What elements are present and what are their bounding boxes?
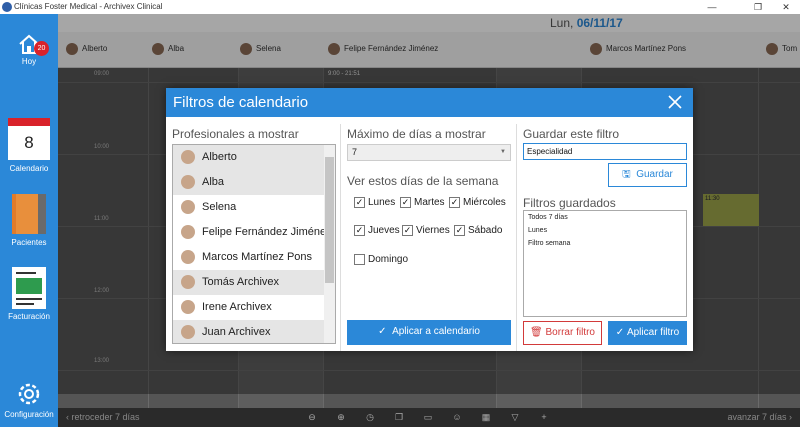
professionals-list[interactable]: Alberto Alba Selena Felipe Fernández Jim…: [172, 144, 336, 344]
delete-filter-button[interactable]: 🗑 Borrar filtro: [523, 321, 602, 345]
filter-icon[interactable]: ▽: [507, 408, 523, 427]
check-icon: ✓: [449, 196, 460, 208]
max-days-select[interactable]: 7 ▼: [347, 144, 511, 161]
apply-to-calendar-button[interactable]: ✓ Aplicar a calendario: [347, 320, 511, 345]
trash-icon: 🗑: [530, 327, 543, 338]
apply-filter-button[interactable]: ✓ Aplicar filtro: [608, 321, 687, 345]
list-item[interactable]: Alba: [173, 170, 325, 195]
list-item[interactable]: Tomás Archivex: [173, 270, 325, 295]
saved-filters-label: Filtros guardados: [523, 196, 616, 210]
invoice-icon: [12, 267, 46, 309]
close-window-button[interactable]: ✕: [774, 0, 798, 14]
folders-icon: [12, 194, 46, 234]
column-divider: [340, 124, 341, 351]
gear-icon: [18, 383, 40, 405]
list-item[interactable]: Filtro semana: [524, 237, 686, 250]
weekdays-label: Ver estos días de la semana: [347, 174, 499, 188]
check-icon: ✓: [402, 224, 413, 236]
sidebar-item-label: Configuración: [4, 410, 54, 419]
check-icon: ✓: [378, 326, 387, 337]
list-item[interactable]: Lunes: [524, 224, 686, 237]
column-divider: [516, 124, 517, 351]
calendar-icon: 8: [8, 118, 50, 160]
plus-icon[interactable]: +: [536, 408, 552, 427]
sidebar: 20 Hoy 8 Calendario Pacientes Facturació…: [0, 14, 58, 427]
notification-badge: 20: [34, 41, 49, 56]
zoom-out-icon[interactable]: ⊖: [304, 408, 320, 427]
checkbox-jueves[interactable]: ✓ Jueves: [354, 224, 400, 237]
save-button[interactable]: 🖫 Guardar: [608, 163, 687, 187]
dialog-header: Filtros de calendario: [166, 88, 693, 117]
back-7-days-button[interactable]: ‹ retroceder 7 días: [66, 408, 140, 427]
forward-7-days-button[interactable]: avanzar 7 días ›: [727, 408, 792, 427]
close-icon: [668, 95, 682, 109]
sidebar-item-configuracion[interactable]: Configuración: [0, 380, 58, 424]
app-logo-icon: [2, 2, 12, 12]
list-item[interactable]: Juan Archivex: [173, 320, 325, 343]
professionals-label: Profesionales a mostrar: [172, 127, 299, 141]
dialog-title: Filtros de calendario: [173, 94, 309, 111]
max-days-label: Máximo de días a mostrar: [347, 127, 486, 141]
maximize-button[interactable]: ❐: [746, 0, 770, 14]
clock-icon[interactable]: ◷: [362, 408, 378, 427]
close-dialog-button[interactable]: [666, 93, 684, 111]
avatar: [181, 200, 195, 214]
avatar: [181, 225, 195, 239]
zoom-in-icon[interactable]: ⊕: [333, 408, 349, 427]
saved-filters-list[interactable]: Todos 7 días Lunes Filtro semana: [523, 210, 687, 317]
checkbox-domingo[interactable]: Domingo: [354, 253, 408, 266]
avatar: [181, 325, 195, 339]
sidebar-item-label: Facturación: [8, 312, 50, 321]
chevron-down-icon: ▼: [500, 149, 506, 155]
list-item[interactable]: Felipe Fernández Jiménez: [173, 220, 332, 245]
copy-icon[interactable]: ❐: [391, 408, 407, 427]
list-item[interactable]: Irene Archivex: [173, 295, 325, 320]
scrollbar-thumb[interactable]: [325, 157, 334, 283]
checkbox-miercoles[interactable]: ✓ Miércoles: [449, 196, 506, 209]
avatar: [181, 300, 195, 314]
minimize-button[interactable]: —: [700, 0, 724, 14]
list-item[interactable]: Todos 7 días: [524, 211, 686, 224]
title-bar: Clínicas Foster Medical - Archivex Clini…: [0, 0, 800, 14]
avatar: [181, 150, 195, 164]
avatar: [181, 175, 195, 189]
bottom-toolbar: ‹ retroceder 7 días ⊖ ⊕ ◷ ❐ ▭ ☺ ▦ ▽ + av…: [58, 408, 800, 427]
check-icon: ✓: [454, 224, 465, 236]
calendar-grid-icon[interactable]: ▦: [478, 408, 494, 427]
calendar-day: 8: [24, 133, 34, 152]
checkbox-box: [354, 253, 365, 265]
avatar: [181, 275, 195, 289]
list-item[interactable]: Alberto: [173, 145, 325, 170]
sidebar-item-label: Hoy: [21, 57, 37, 66]
check-icon: ✓: [354, 196, 365, 208]
window-title: Clínicas Foster Medical - Archivex Clini…: [14, 2, 163, 11]
sidebar-item-facturacion[interactable]: Facturación: [0, 266, 58, 326]
save-filter-label: Guardar este filtro: [523, 127, 620, 141]
sidebar-item-pacientes[interactable]: Pacientes: [0, 192, 58, 252]
list-item[interactable]: Marcos Martínez Pons: [173, 245, 325, 270]
check-icon: ✓: [354, 224, 365, 236]
sidebar-item-hoy[interactable]: 20 Hoy: [0, 30, 58, 80]
people-icon[interactable]: ☺: [449, 408, 465, 427]
checkbox-sabado[interactable]: ✓ Sábado: [454, 224, 502, 237]
save-icon: 🖫: [622, 169, 631, 180]
checkbox-viernes[interactable]: ✓ Viernes: [402, 224, 450, 237]
filter-name-input[interactable]: Especialidad: [523, 143, 687, 160]
card-icon[interactable]: ▭: [420, 408, 436, 427]
list-scrollbar[interactable]: [324, 145, 335, 343]
sidebar-item-label: Calendario: [9, 164, 49, 173]
sidebar-item-label: Pacientes: [11, 238, 47, 247]
calendar-filters-dialog: Filtros de calendario Profesionales a mo…: [166, 88, 693, 351]
check-icon: ✓: [400, 196, 411, 208]
list-item[interactable]: Selena: [173, 195, 325, 220]
checkbox-lunes[interactable]: ✓ Lunes: [354, 196, 395, 209]
checkbox-martes[interactable]: ✓ Martes: [400, 196, 445, 209]
sidebar-item-calendario[interactable]: 8 Calendario: [0, 118, 58, 178]
avatar: [181, 250, 195, 264]
check-icon: ✓: [615, 327, 625, 338]
